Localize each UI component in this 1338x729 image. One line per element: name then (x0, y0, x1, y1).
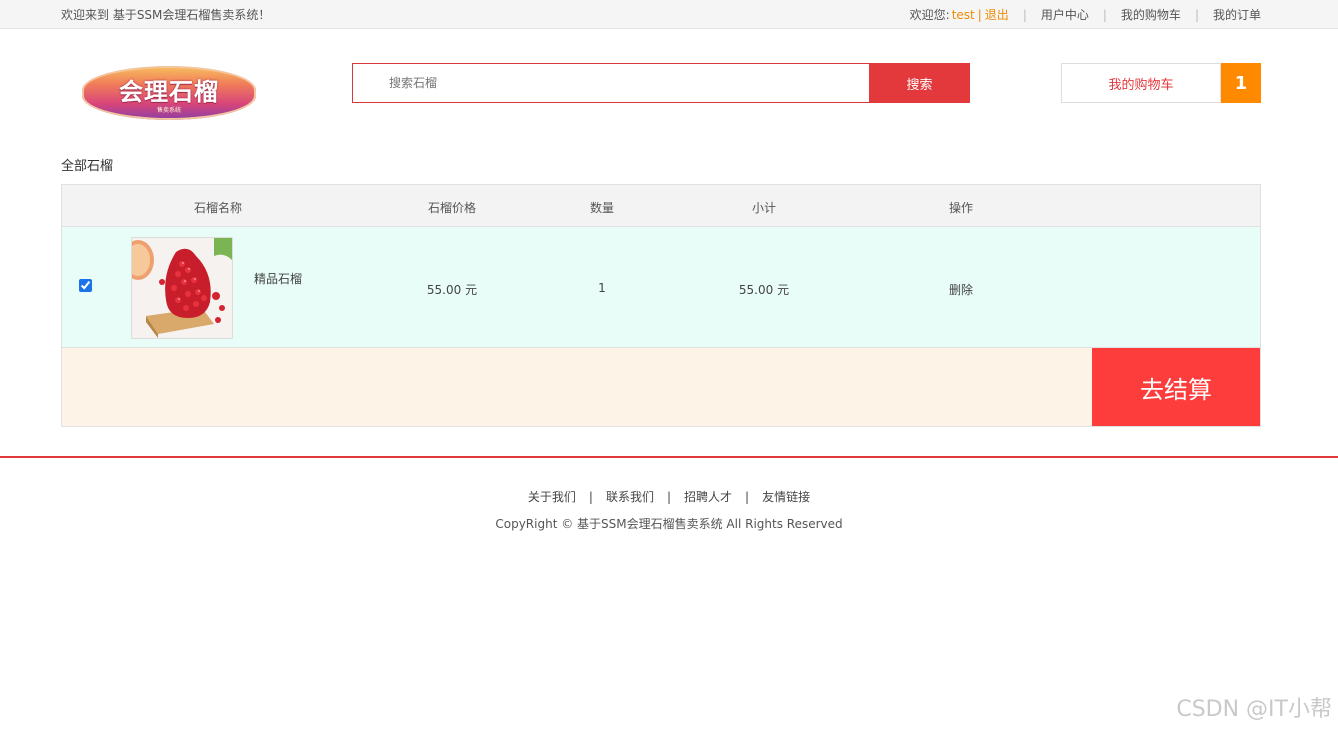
search-input[interactable] (353, 64, 859, 102)
section-title: 全部石榴 (61, 159, 114, 174)
pomegranate-image (132, 238, 232, 338)
row-select-checkbox[interactable] (79, 279, 92, 292)
table-header: 石榴名称 石榴价格 数量 小计 操作 (62, 185, 1260, 227)
nav-separator: | (1102, 7, 1107, 22)
cart-button[interactable]: 我的购物车 (1061, 63, 1221, 103)
header-subtotal: 小计 (751, 201, 777, 215)
header-action: 操作 (948, 201, 974, 215)
cart-count-badge: 1 (1221, 63, 1261, 103)
footer-separator: | (588, 490, 593, 504)
top-user-nav: 欢迎您: test | 退出 | 用户中心 | 我的购物车 | 我的订单 (910, 6, 1261, 23)
product-price: 55.00 元 (426, 283, 478, 297)
footer-link-friends[interactable]: 友情链接 (762, 490, 810, 504)
footer-link-contact[interactable]: 联系我们 (606, 490, 654, 504)
header-price: 石榴价格 (427, 201, 477, 215)
logo-text: 会理石榴 (119, 78, 219, 106)
csdn-watermark: CSDN @IT小帮 (1176, 697, 1332, 722)
user-divider: | (977, 7, 982, 22)
header-quantity: 数量 (589, 201, 615, 215)
user-center-link[interactable]: 用户中心 (1041, 6, 1089, 23)
checkout-button[interactable]: 去结算 (1092, 348, 1260, 426)
my-orders-link[interactable]: 我的订单 (1213, 6, 1261, 23)
product-quantity: 1 (598, 281, 606, 295)
nav-separator: | (1194, 7, 1199, 22)
top-bar: 欢迎来到 基于SSM会理石榴售卖系统！ 欢迎您: test | 退出 | 用户中… (0, 0, 1338, 29)
table-row: 精品石榴 55.00 元 1 55.00 元 删除 (62, 227, 1260, 348)
cart-table: 石榴名称 石榴价格 数量 小计 操作 精品石榴 55.00 元 1 55.00 … (61, 184, 1261, 427)
product-image[interactable] (131, 237, 233, 339)
greeting-text: 欢迎您: (909, 8, 950, 22)
copyright-text: CopyRight © 基于SSM会理石榴售卖系统 All Rights Res… (495, 517, 843, 531)
footer-divider (0, 456, 1338, 458)
logout-link[interactable]: 退出 (985, 6, 1009, 23)
footer-links: 关于我们 | 联系我们 | 招聘人才 | 友情链接 (0, 488, 1338, 505)
search-box (352, 63, 870, 103)
logo-subtitle: 售卖系统 (156, 107, 181, 114)
header-product-name: 石榴名称 (193, 201, 243, 215)
cart-summary-bar: 去结算 (62, 348, 1260, 426)
delete-link[interactable]: 删除 (949, 281, 973, 298)
welcome-text: 欢迎来到 基于SSM会理石榴售卖系统！ (61, 8, 271, 22)
search-button[interactable]: 搜索 (869, 63, 970, 103)
footer-separator: | (666, 490, 672, 504)
footer-separator: | (745, 490, 750, 504)
nav-separator: | (1022, 7, 1027, 22)
site-logo[interactable]: 会理石榴 售卖系统 (82, 66, 256, 120)
my-cart-link[interactable]: 我的购物车 (1121, 6, 1181, 23)
product-subtotal: 55.00 元 (738, 283, 790, 297)
username-link[interactable]: test (952, 8, 975, 22)
footer-link-jobs[interactable]: 招聘人才 (684, 490, 732, 504)
cart-button-label: 我的购物车 (1108, 77, 1174, 93)
footer-link-about[interactable]: 关于我们 (528, 490, 576, 504)
product-name[interactable]: 精品石榴 (254, 270, 302, 287)
